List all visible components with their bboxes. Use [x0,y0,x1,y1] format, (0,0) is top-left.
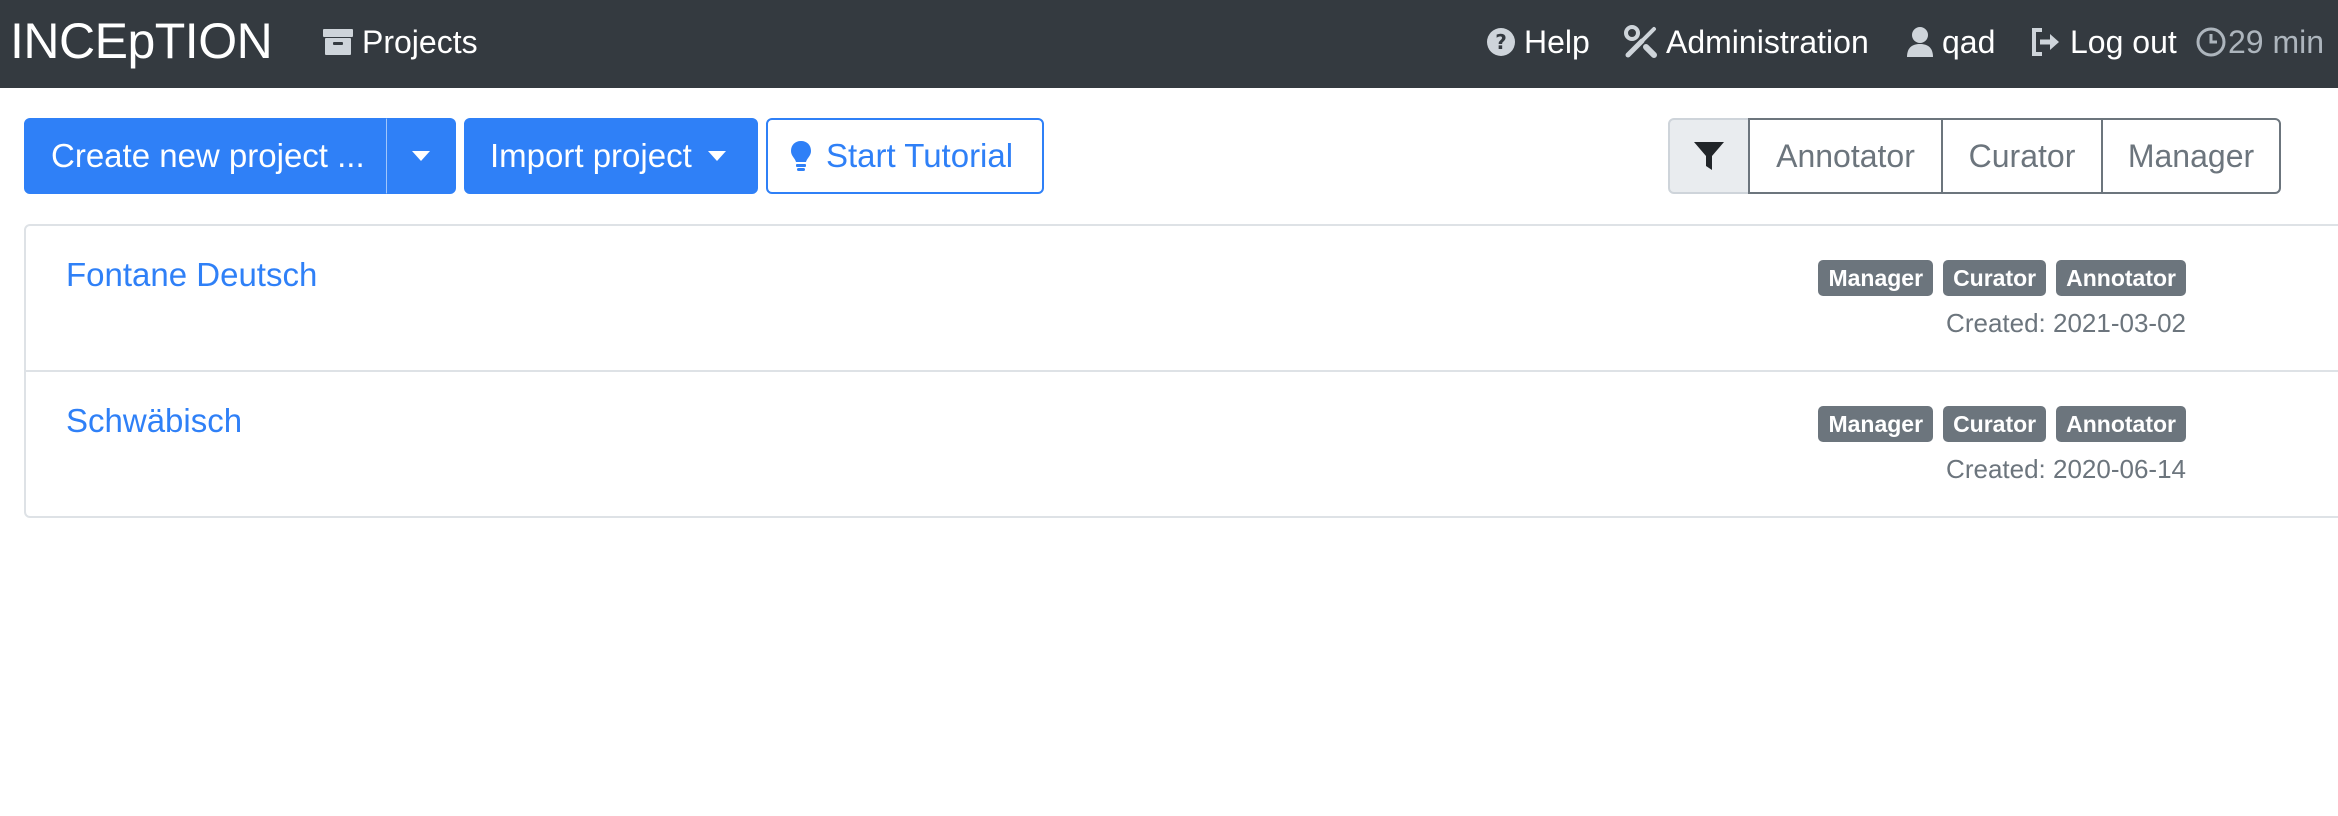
nav-user-label: qad [1942,23,1996,60]
top-navbar: INCEpTION Projects ? Help Administration… [0,0,2338,88]
role-badge-annotator: Annotator [2056,406,2186,442]
user-icon [1906,26,1934,58]
project-link[interactable]: Schwäbisch [66,402,242,440]
clock-icon [2196,27,2226,57]
project-created-date: Created: 2020-06-14 [1946,454,2186,484]
role-badge-manager: Manager [1818,406,1934,442]
filter-curator-label: Curator [1968,137,2076,174]
role-badge-annotator: Annotator [2056,260,2186,296]
start-tutorial-button[interactable]: Start Tutorial [766,118,1044,194]
list-item: Schwäbisch Manager Curator Annotator Cre… [26,372,2338,518]
create-project-button[interactable]: Create new project ... [24,118,386,194]
chevron-down-icon [707,151,726,161]
lightbulb-icon [790,140,812,172]
svg-text:?: ? [1495,30,1507,54]
nav-help-label: Help [1524,23,1590,60]
nav-user-link[interactable]: qad [1906,20,1995,64]
archive-box-icon [322,27,354,57]
project-link[interactable]: Fontane Deutsch [66,256,317,294]
nav-logout-link[interactable]: Log out [2030,20,2177,64]
nav-help-link[interactable]: ? Help [1486,20,1590,64]
project-created-date: Created: 2021-03-02 [1946,308,2186,338]
session-timer-label: 29 min [2228,23,2325,60]
filter-funnel-icon [1693,140,1725,172]
role-badge-curator: Curator [1943,260,2047,296]
create-project-dropdown-toggle[interactable] [386,118,456,194]
role-badge-manager: Manager [1818,260,1934,296]
project-list: Fontane Deutsch Manager Curator Annotato… [24,224,2338,518]
role-badge-curator: Curator [1943,406,2047,442]
nav-projects-link[interactable]: Projects [322,20,478,64]
filter-manager-label: Manager [2127,137,2255,174]
filter-curator-button[interactable]: Curator [1941,118,2103,194]
brand-logo[interactable]: INCEpTION [10,10,273,72]
nav-projects-label: Projects [362,23,478,60]
import-project-label: Import project [490,137,692,174]
nav-administration-link[interactable]: Administration [1624,20,1869,64]
role-filter-group: Annotator Curator Manager [1668,118,2281,194]
session-timer: 29 min [2196,20,2324,64]
filter-annotator-label: Annotator [1776,137,1915,174]
create-project-label: Create new project ... [51,137,365,174]
sign-out-icon [2030,27,2062,57]
question-circle-icon: ? [1486,27,1516,57]
role-badges: Manager Curator Annotator [1818,260,2186,296]
filter-toggle[interactable] [1668,118,1750,194]
list-item: Fontane Deutsch Manager Curator Annotato… [26,226,2338,372]
filter-annotator-button[interactable]: Annotator [1748,118,1943,194]
nav-logout-label: Log out [2070,23,2177,60]
filter-manager-button[interactable]: Manager [2101,118,2281,194]
role-badges: Manager Curator Annotator [1818,406,2186,442]
import-project-button[interactable]: Import project [464,118,758,194]
tools-icon [1624,25,1658,59]
chevron-down-icon [412,151,430,161]
nav-administration-label: Administration [1666,23,1869,60]
start-tutorial-label: Start Tutorial [826,137,1014,174]
